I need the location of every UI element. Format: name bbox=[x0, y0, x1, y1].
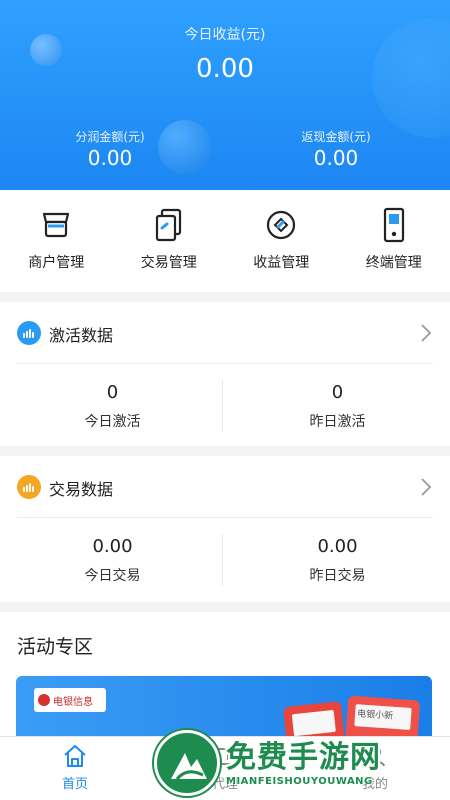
watermark-logo-icon bbox=[154, 730, 220, 796]
today-transactions: 0.00 今日交易 bbox=[0, 518, 225, 600]
merchant-icon bbox=[43, 212, 70, 238]
tab-home[interactable]: 首页 bbox=[0, 737, 150, 800]
yesterday-transactions: 0.00 昨日交易 bbox=[225, 518, 450, 600]
divider bbox=[222, 380, 223, 432]
bar-chart-icon bbox=[17, 321, 41, 345]
menu-transaction-management[interactable]: 交易管理 bbox=[113, 190, 226, 292]
coin-icon bbox=[267, 210, 296, 240]
transactions-card-header[interactable]: 交易数据 bbox=[17, 456, 433, 518]
banner-logo: 电银信息 bbox=[34, 688, 106, 712]
watermark-text: 免费手游网 bbox=[226, 740, 381, 775]
banner-logo-text: 电银信息 bbox=[53, 696, 93, 708]
yesterday-activation-label: 昨日激活 bbox=[309, 414, 366, 430]
watermark: 免费手游网 MIANFEISHOUYOUWANG bbox=[154, 730, 450, 800]
activity-zone: 活动专区 电银信息 电银小新 bbox=[0, 612, 450, 756]
logo-mark-icon bbox=[38, 694, 50, 706]
yesterday-transactions-label: 昨日交易 bbox=[309, 568, 366, 584]
transactions-card: 交易数据 0.00 今日交易 0.00 昨日交易 bbox=[0, 456, 450, 602]
divider bbox=[222, 534, 223, 586]
profit-share-label: 分润金额(元) bbox=[75, 130, 145, 144]
activity-title: 活动专区 bbox=[17, 636, 94, 658]
menu-merchant-management[interactable]: 商户管理 bbox=[0, 190, 113, 292]
menu-label: 收益管理 bbox=[253, 255, 310, 271]
today-activation-label: 今日激活 bbox=[84, 414, 141, 430]
chevron-right-icon bbox=[421, 324, 432, 342]
activation-card: 激活数据 0 今日激活 0 昨日激活 bbox=[0, 302, 450, 446]
menu-terminal-management[interactable]: 终端管理 bbox=[338, 190, 450, 292]
menu-earnings-management[interactable]: 收益管理 bbox=[225, 190, 338, 292]
today-activation-value: 0 bbox=[106, 382, 119, 403]
home-icon bbox=[64, 745, 86, 767]
cashback-value: 0.00 bbox=[313, 146, 359, 170]
menu-label: 交易管理 bbox=[140, 255, 197, 271]
yesterday-activation-value: 0 bbox=[331, 382, 344, 403]
profit-share-value: 0.00 bbox=[87, 146, 133, 170]
activation-card-header[interactable]: 激活数据 bbox=[17, 302, 433, 364]
chevron-right-icon bbox=[421, 478, 432, 496]
menu-label: 终端管理 bbox=[365, 255, 422, 271]
today-transactions-value: 0.00 bbox=[92, 536, 133, 557]
today-transactions-label: 今日交易 bbox=[84, 568, 141, 584]
cashback-label: 返现金额(元) bbox=[301, 130, 371, 144]
activation-title: 激活数据 bbox=[49, 326, 114, 345]
quick-menu: 商户管理 交易管理 收益管理 终端管理 bbox=[0, 190, 450, 292]
tab-label: 首页 bbox=[61, 777, 88, 792]
yesterday-activation: 0 昨日激活 bbox=[225, 364, 450, 446]
banner-device-label: 电银小新 bbox=[356, 709, 394, 722]
watermark-subtext: MIANFEISHOUYOUWANG bbox=[226, 776, 373, 787]
today-activation: 0 今日激活 bbox=[0, 364, 225, 446]
today-earnings-label: 今日收益(元) bbox=[184, 27, 266, 43]
bar-chart-icon bbox=[17, 475, 41, 499]
menu-label: 商户管理 bbox=[28, 255, 85, 271]
yesterday-transactions-value: 0.00 bbox=[317, 536, 358, 557]
transactions-title: 交易数据 bbox=[49, 480, 114, 499]
terminal-icon bbox=[383, 207, 404, 243]
today-earnings-value: 0.00 bbox=[196, 54, 254, 84]
earnings-header: 今日收益(元) 0.00 分润金额(元) 0.00 返现金额(元) 0.00 bbox=[0, 0, 450, 190]
documents-icon bbox=[155, 208, 181, 242]
